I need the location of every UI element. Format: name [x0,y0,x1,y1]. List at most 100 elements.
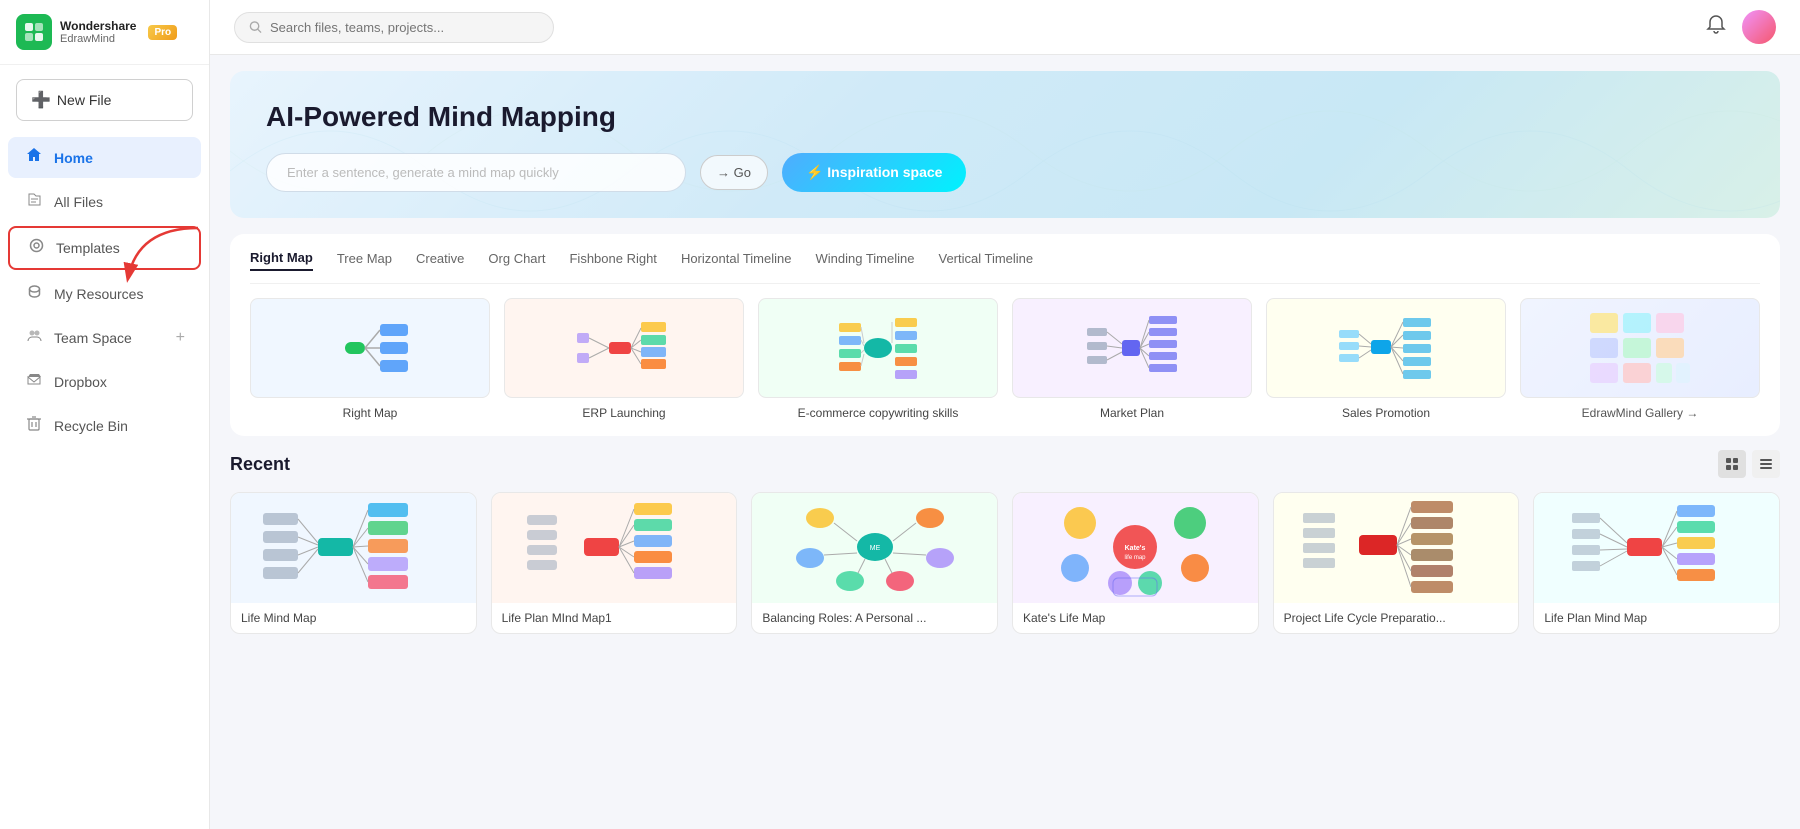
sidebar-item-all-files[interactable]: All Files [8,182,201,222]
tab-creative[interactable]: Creative [416,251,464,270]
list-view-button[interactable] [1752,450,1780,478]
tab-org-chart[interactable]: Org Chart [488,251,545,270]
sidebar-item-home[interactable]: Home [8,137,201,178]
topbar-icons [1706,10,1776,44]
recent-thumb-kates-life-map: Kate's life map [1013,493,1258,603]
templates-section: Right Map Tree Map Creative Org Chart Fi… [230,234,1780,436]
sidebar-dropbox-label: Dropbox [54,374,107,390]
template-name-ecommerce: E-commerce copywriting skills [798,406,959,420]
team-space-icon [24,328,44,348]
sidebar-item-my-resources[interactable]: My Resources [8,274,201,314]
sidebar-item-dropbox[interactable]: Dropbox [8,362,201,402]
recent-name-life-plan-1: Life Plan MInd Map1 [492,603,737,633]
sidebar-item-team-space[interactable]: Team Space + [8,318,201,358]
recent-card-life-plan-mind-map[interactable]: Life Plan Mind Map [1533,492,1780,634]
template-card-erp[interactable]: ERP Launching [504,298,744,420]
recent-name-balancing-roles: Balancing Roles: A Personal ... [752,603,997,633]
go-button[interactable]: → Go [700,155,768,190]
hero-input-box[interactable]: Enter a sentence, generate a mind map qu… [266,153,686,192]
logo-text: Wondershare EdrawMind [60,19,136,45]
logo-subname: EdrawMind [60,33,136,45]
search-icon [249,20,262,34]
template-card-right-map[interactable]: Right Map [250,298,490,420]
go-label: → Go [717,165,751,180]
template-thumb-more [1520,298,1760,398]
sidebar-recycle-bin-label: Recycle Bin [54,418,128,434]
template-thumb-right-map [250,298,490,398]
tab-horizontal-timeline[interactable]: Horizontal Timeline [681,251,792,270]
app-logo-icon [16,14,52,50]
template-thumb-market-plan [1012,298,1252,398]
sidebar-home-label: Home [54,150,93,166]
gallery-link[interactable]: EdrawMind Gallery → [1582,406,1699,420]
recent-card-project-lifecycle[interactable]: Project Life Cycle Preparatio... [1273,492,1520,634]
template-name-right-map: Right Map [343,406,398,420]
templates-icon [26,238,46,258]
main-content: AI-Powered Mind Mapping Enter a sentence… [210,0,1800,829]
dropbox-icon [24,372,44,392]
recent-card-balancing-roles[interactable]: ME Balancing Roles: A Personal ... [751,492,998,634]
recent-header: Recent [230,450,1780,478]
tab-right-map[interactable]: Right Map [250,250,313,271]
home-icon [24,147,44,168]
search-box[interactable] [234,12,554,43]
recent-section: Recent [230,450,1780,634]
hero-title: AI-Powered Mind Mapping [266,101,1744,133]
tab-fishbone[interactable]: Fishbone Right [569,251,656,270]
recent-card-kates-life-map[interactable]: Kate's life map Kate's Life Map [1012,492,1259,634]
inspiration-button[interactable]: ⚡ Inspiration space [782,153,966,192]
sidebar-item-templates[interactable]: Templates [8,226,201,270]
template-name-erp: ERP Launching [582,406,665,420]
template-card-ecommerce[interactable]: E-commerce copywriting skills [758,298,998,420]
tab-vertical-timeline[interactable]: Vertical Timeline [938,251,1033,270]
sidebar-my-resources-label: My Resources [54,286,143,302]
sidebar: Wondershare EdrawMind Pro ➕ New File Hom… [0,0,210,829]
grid-view-button[interactable] [1718,450,1746,478]
user-avatar[interactable] [1742,10,1776,44]
team-space-add-icon[interactable]: + [176,329,185,347]
my-resources-icon [24,284,44,304]
notification-bell-icon[interactable] [1706,14,1726,40]
search-input[interactable] [270,20,539,35]
topbar [210,0,1800,55]
recent-title: Recent [230,454,290,475]
template-thumb-erp [504,298,744,398]
hero-banner: AI-Powered Mind Mapping Enter a sentence… [230,71,1780,218]
svg-text:Kate's: Kate's [1125,545,1146,552]
sidebar-all-files-label: All Files [54,194,103,210]
new-file-button[interactable]: ➕ New File [16,79,193,121]
recent-thumb-project-lifecycle [1274,493,1519,603]
sidebar-item-recycle-bin[interactable]: Recycle Bin [8,406,201,446]
sidebar-team-space-label: Team Space [54,330,132,346]
template-thumb-ecommerce [758,298,998,398]
template-tabs: Right Map Tree Map Creative Org Chart Fi… [250,250,1760,284]
template-card-sales-promotion[interactable]: Sales Promotion [1266,298,1506,420]
recycle-bin-icon [24,416,44,436]
new-file-plus-icon: ➕ [31,90,51,110]
recent-card-life-plan-1[interactable]: Life Plan MInd Map1 [491,492,738,634]
svg-text:ME: ME [869,545,880,552]
recent-name-project-lifecycle: Project Life Cycle Preparatio... [1274,603,1519,633]
template-thumb-sales-promotion [1266,298,1506,398]
recent-thumb-life-mind-map [231,493,476,603]
new-file-label: New File [57,92,111,108]
template-name-sales-promotion: Sales Promotion [1342,406,1430,420]
template-card-market-plan[interactable]: Market Plan [1012,298,1252,420]
logo-area: Wondershare EdrawMind Pro [0,0,209,65]
recent-thumb-life-plan-mind-map [1534,493,1779,603]
tab-tree-map[interactable]: Tree Map [337,251,392,270]
pro-badge: Pro [148,25,177,40]
view-toggle [1718,450,1780,478]
all-files-icon [24,192,44,212]
inspiration-label: ⚡ Inspiration space [806,164,942,181]
recent-thumb-balancing-roles: ME [752,493,997,603]
template-card-more[interactable]: EdrawMind Gallery → [1520,298,1760,420]
recent-card-life-mind-map[interactable]: Life Mind Map [230,492,477,634]
recent-name-life-mind-map: Life Mind Map [231,603,476,633]
sidebar-templates-label: Templates [56,240,120,256]
tab-winding-timeline[interactable]: Winding Timeline [815,251,914,270]
recent-name-kates-life-map: Kate's Life Map [1013,603,1258,633]
recent-name-life-plan-mind-map: Life Plan Mind Map [1534,603,1779,633]
recent-thumb-life-plan-1 [492,493,737,603]
svg-text:life map: life map [1125,555,1147,561]
